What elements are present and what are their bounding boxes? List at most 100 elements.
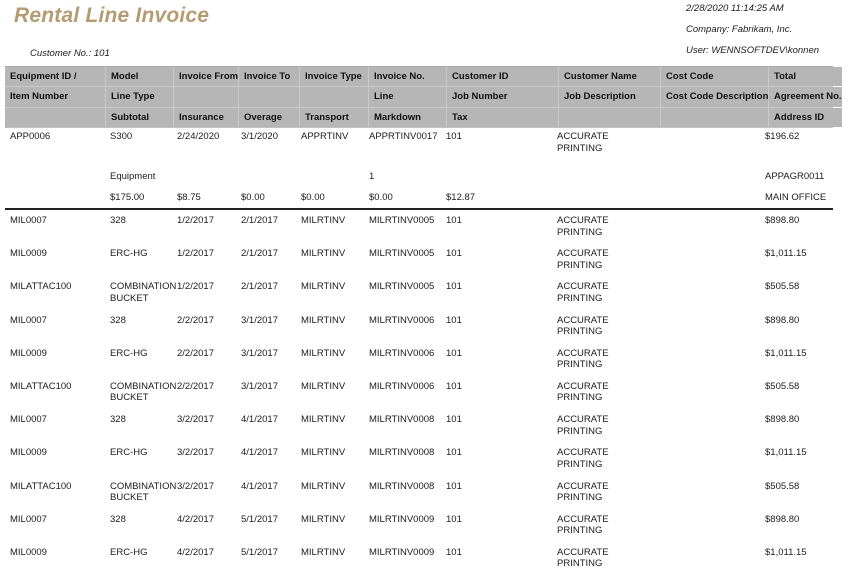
row-cell: 1/2/2017 [172,248,236,260]
header-cell: Model [106,67,173,86]
row-cell: ACCURATE PRINTING [552,381,653,404]
row-cell: 2/1/2017 [236,281,296,293]
row-cell: ERC-HG [105,248,172,260]
row-cell: 2/1/2017 [236,248,296,260]
detail-cell [552,171,653,183]
row-cell: MILRTINV0006 [364,315,441,327]
row-cell: 5/1/2017 [236,547,296,559]
table-row: MIL0009ERC-HG4/2/20175/1/2017MILRTINVMIL… [5,547,833,580]
row-cell: MILRTINV0005 [364,281,441,293]
row-cell: 3/2/2017 [172,481,236,493]
header-cell: Transport [300,108,368,127]
header-cell: Markdown [369,108,446,127]
row-cell: ACCURATE PRINTING [552,315,653,338]
row-cell: MILRTINV [296,315,364,327]
header-cell [239,87,299,106]
row-cell: 101 [441,248,552,260]
detail-cell [5,171,105,183]
header-cell: Invoice To [239,67,299,86]
row-cell: 3/1/2017 [236,348,296,360]
row-cell: 2/2/2017 [172,348,236,360]
row-cell: 101 [441,481,552,493]
row-cell: $1,011.15 [760,547,833,559]
row-cell: ACCURATE PRINTING [552,447,653,470]
row-cell: 328 [105,315,172,327]
header-cell: Customer Name [559,67,660,86]
row-cell: MILRTINV0009 [364,547,441,559]
header-cell: Line [369,87,446,106]
row-cell: MILRTINV0009 [364,514,441,526]
detail-group-line-1: APP0006S3002/24/20203/1/2020APPRTINVAPPR… [5,131,833,154]
table-row: MIL00073282/2/20173/1/2017MILRTINVMILRTI… [5,315,833,348]
table-row: MIL0009ERC-HG1/2/20172/1/2017MILRTINVMIL… [5,248,833,281]
row-cell: $898.80 [760,315,833,327]
detail-cell: Equipment [105,171,172,183]
detail-cell: 101 [441,131,552,154]
row-cell: 2/2/2017 [172,315,236,327]
table-row: MILATTAC100COMBINATION BUCKET1/2/20172/1… [5,281,833,314]
row-cell: 101 [441,215,552,227]
header-cell: Cost Code Description [661,87,768,106]
row-cell: MILRTINV [296,281,364,293]
row-cell: MILRTINV0005 [364,215,441,227]
row-cell: MIL0007 [5,315,105,327]
detail-group-line-2: Equipment 1 APPAGR0011 [5,171,833,183]
table-header: Equipment ID /ModelInvoice FromInvoice T… [5,66,833,128]
row-cell: 4/1/2017 [236,481,296,493]
header-cell: Job Description [559,87,660,106]
customer-number: Customer No.: 101 [30,48,110,59]
detail-cell: 1 [364,171,441,183]
detail-cell [552,192,653,204]
row-cell: MIL0009 [5,248,105,260]
row-cell: MILRTINV [296,215,364,227]
row-cell: MILRTINV [296,481,364,493]
detail-cell [653,131,760,154]
detail-cell [653,171,760,183]
row-cell: MILRTINV0005 [364,248,441,260]
detail-cell [653,192,760,204]
row-cell: ERC-HG [105,547,172,559]
row-cell: 101 [441,381,552,393]
table-row: MIL00073284/2/20175/1/2017MILRTINVMILRTI… [5,514,833,547]
table-rows: MIL00073281/2/20172/1/2017MILRTINVMILRTI… [5,215,833,580]
report-meta: 2/28/2020 11:14:25 AM Company: Fabrikam,… [686,4,819,67]
row-cell: 2/2/2017 [172,381,236,393]
row-cell: COMBINATION BUCKET [105,281,172,304]
detail-cell: APPAGR0011 [760,171,833,183]
header-cell: Subtotal [106,108,173,127]
row-cell: 1/2/2017 [172,281,236,293]
header-cell [5,108,105,127]
table-row: MIL00073281/2/20172/1/2017MILRTINVMILRTI… [5,215,833,248]
row-cell: 328 [105,514,172,526]
header-cell: Overage [239,108,299,127]
header-cell: Address ID [769,108,842,127]
row-cell: ACCURATE PRINTING [552,348,653,371]
header-cell [559,108,660,127]
row-cell: $898.80 [760,215,833,227]
detail-cell [5,192,105,204]
header-cell [661,108,768,127]
row-cell: MILRTINV [296,514,364,526]
detail-cell [441,171,552,183]
row-cell: ACCURATE PRINTING [552,281,653,304]
row-cell: MILRTINV [296,447,364,459]
header-cell: Equipment ID / [5,67,105,86]
detail-cell: ACCURATE PRINTING [552,131,653,154]
row-cell: ERC-HG [105,447,172,459]
row-cell: 1/2/2017 [172,215,236,227]
detail-cell: $0.00 [364,192,441,204]
row-cell: 2/1/2017 [236,215,296,227]
detail-cell: S300 [105,131,172,154]
row-cell: MILATTAC100 [5,481,105,493]
detail-cell: APPRTINV [296,131,364,154]
report-company: Company: Fabrikam, Inc. [686,25,819,35]
row-cell: $505.58 [760,381,833,393]
row-cell: $505.58 [760,281,833,293]
row-cell: MILRTINV [296,381,364,393]
row-cell: COMBINATION BUCKET [105,481,172,504]
detail-cell: $0.00 [296,192,364,204]
row-cell: ACCURATE PRINTING [552,514,653,537]
row-cell: MILATTAC100 [5,381,105,393]
row-cell: MILATTAC100 [5,281,105,293]
row-cell: 101 [441,514,552,526]
